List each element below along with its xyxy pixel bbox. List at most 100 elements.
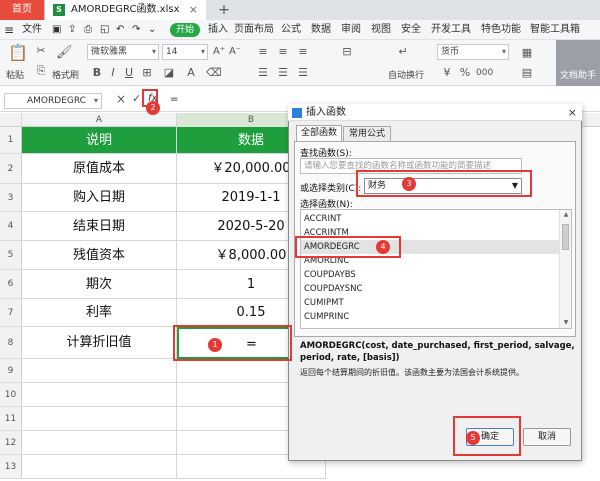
menu-view[interactable]: 视图 <box>371 20 391 40</box>
row-header[interactable]: 4 <box>0 212 22 241</box>
formula-content[interactable]: = <box>170 94 178 105</box>
scroll-down-icon[interactable]: ▼ <box>560 318 571 328</box>
row-header[interactable]: 1 <box>0 127 22 154</box>
menu-print-icon[interactable]: ⎙ <box>84 20 92 40</box>
border-icon[interactable]: ⊞ <box>140 66 154 80</box>
name-box[interactable]: AMORDEGRC ▾ <box>4 93 102 109</box>
table-cell[interactable]: 利率 <box>22 299 177 327</box>
tab-all-functions[interactable]: 全部函数 <box>296 125 342 142</box>
cancel-button[interactable]: 取消 <box>523 428 571 446</box>
table-cell[interactable]: 残值资本 <box>22 241 177 270</box>
select-all-corner[interactable] <box>0 113 22 127</box>
redo-icon[interactable]: ↷ <box>132 20 140 40</box>
align-right-icon[interactable]: ☰ <box>296 66 310 80</box>
italic-icon[interactable]: I <box>106 66 120 80</box>
decrease-font-icon[interactable]: A⁻ <box>228 45 242 59</box>
align-bottom-icon[interactable]: ≡ <box>296 45 310 59</box>
align-top-icon[interactable]: ≡ <box>256 45 270 59</box>
thousands-icon[interactable]: 000 <box>476 66 493 80</box>
hamburger-menu-icon[interactable]: ≡ <box>4 20 14 40</box>
close-tab-icon[interactable]: × <box>189 0 198 20</box>
more-dropdown-icon[interactable]: ⌄ <box>148 20 156 40</box>
menu-security[interactable]: 安全 <box>401 20 421 40</box>
row-header[interactable]: 8 <box>0 327 22 359</box>
font-size-select[interactable]: 14 ▾ <box>162 44 208 60</box>
cut-icon[interactable]: ✂ <box>34 44 48 58</box>
row-header[interactable]: 7 <box>0 299 22 327</box>
increase-font-icon[interactable]: A⁺ <box>212 45 226 59</box>
row-header[interactable]: 2 <box>0 154 22 184</box>
table-cell[interactable] <box>22 383 177 407</box>
row-header[interactable]: 9 <box>0 359 22 383</box>
number-format-select[interactable]: 货币 ▾ <box>437 44 509 60</box>
new-tab-button[interactable]: + <box>214 0 234 20</box>
font-name-select[interactable]: 微软雅黑 ▾ <box>87 44 159 60</box>
home-tab[interactable]: 首页 <box>0 0 44 20</box>
list-scrollbar[interactable]: ▲ ▼ <box>559 210 571 328</box>
menu-save-icon[interactable]: ▣ <box>52 20 61 40</box>
menu-smart-toolbox[interactable]: 智能工具箱 <box>530 20 580 40</box>
menu-formula[interactable]: 公式 <box>281 20 301 40</box>
cancel-formula-icon[interactable]: × <box>116 92 126 106</box>
doc-assistant-button[interactable]: 文档助手 <box>556 40 600 86</box>
menu-data[interactable]: 数据 <box>311 20 331 40</box>
underline-icon[interactable]: U <box>122 66 136 80</box>
table-cell[interactable]: 期次 <box>22 270 177 299</box>
table-cell[interactable] <box>22 455 177 479</box>
row-header[interactable]: 6 <box>0 270 22 299</box>
row-header[interactable]: 5 <box>0 241 22 270</box>
scroll-up-icon[interactable]: ▲ <box>560 210 571 220</box>
tab-common-formulas[interactable]: 常用公式 <box>343 126 391 142</box>
currency-icon[interactable]: ¥ <box>440 66 454 80</box>
table-style-icon[interactable]: ▦ <box>520 46 534 60</box>
merge-center-icon[interactable]: ⊟ <box>340 45 354 59</box>
format-painter-label[interactable]: 格式刷 <box>52 68 79 81</box>
column-header-a[interactable]: A <box>22 113 177 127</box>
row-header[interactable]: 3 <box>0 184 22 212</box>
confirm-formula-icon[interactable]: ✓ <box>132 92 141 105</box>
row-header[interactable]: 10 <box>0 383 22 407</box>
table-cell[interactable]: 购入日期 <box>22 184 177 212</box>
table-cell[interactable] <box>22 431 177 455</box>
format-painter-icon[interactable]: 🖌 <box>56 46 73 60</box>
table-cell[interactable]: 原值成本 <box>22 154 177 184</box>
menu-export-icon[interactable]: ⇪ <box>68 20 76 40</box>
scroll-thumb[interactable] <box>562 224 569 250</box>
paste-label[interactable]: 粘贴 <box>6 68 24 81</box>
table-cell[interactable]: 结束日期 <box>22 212 177 241</box>
close-icon[interactable]: × <box>568 104 577 121</box>
row-header[interactable]: 12 <box>0 431 22 455</box>
document-tab[interactable]: S AMORDEGRC函数.xlsx × <box>44 0 206 20</box>
list-item[interactable]: CUMPRINC <box>301 310 559 324</box>
paste-icon[interactable]: 📋 <box>8 45 28 61</box>
align-middle-icon[interactable]: ≡ <box>276 45 290 59</box>
align-center-icon[interactable]: ☰ <box>276 66 290 80</box>
table-cell[interactable] <box>22 359 177 383</box>
percent-icon[interactable]: % <box>458 66 472 80</box>
undo-icon[interactable]: ↶ <box>116 20 124 40</box>
table-cell[interactable]: 计算折旧值 <box>22 327 177 359</box>
function-list[interactable]: ACCRINT ACCRINTM AMORDEGRC AMORLINC COUP… <box>300 209 572 329</box>
fill-color-icon[interactable]: ◪ <box>162 66 176 80</box>
menu-page-layout[interactable]: 页面布局 <box>234 20 274 40</box>
menu-features[interactable]: 特色功能 <box>481 20 521 40</box>
copy-icon[interactable]: ⎘ <box>34 64 48 78</box>
wrap-text-label[interactable]: 自动换行 <box>388 68 424 81</box>
menu-file[interactable]: 文件 <box>22 20 42 40</box>
header-cell-description[interactable]: 说明 <box>22 127 177 154</box>
chevron-down-icon[interactable]: ▾ <box>94 94 98 108</box>
table-cell[interactable] <box>22 407 177 431</box>
menu-developer[interactable]: 开发工具 <box>431 20 471 40</box>
align-left-icon[interactable]: ☰ <box>256 66 270 80</box>
list-item[interactable]: ACCRINT <box>301 212 559 226</box>
menu-preview-icon[interactable]: ◱ <box>100 20 109 40</box>
menu-start-tab[interactable]: 开始 <box>170 23 200 37</box>
list-item[interactable]: COUPDAYBS <box>301 268 559 282</box>
menu-review[interactable]: 审阅 <box>341 20 361 40</box>
row-header[interactable]: 13 <box>0 455 22 479</box>
row-header[interactable]: 11 <box>0 407 22 431</box>
font-color-icon[interactable]: A <box>184 66 198 80</box>
list-item[interactable]: COUPDAYSNC <box>301 282 559 296</box>
clear-format-icon[interactable]: ⌫ <box>206 66 222 80</box>
menu-insert[interactable]: 插入 <box>208 20 228 40</box>
